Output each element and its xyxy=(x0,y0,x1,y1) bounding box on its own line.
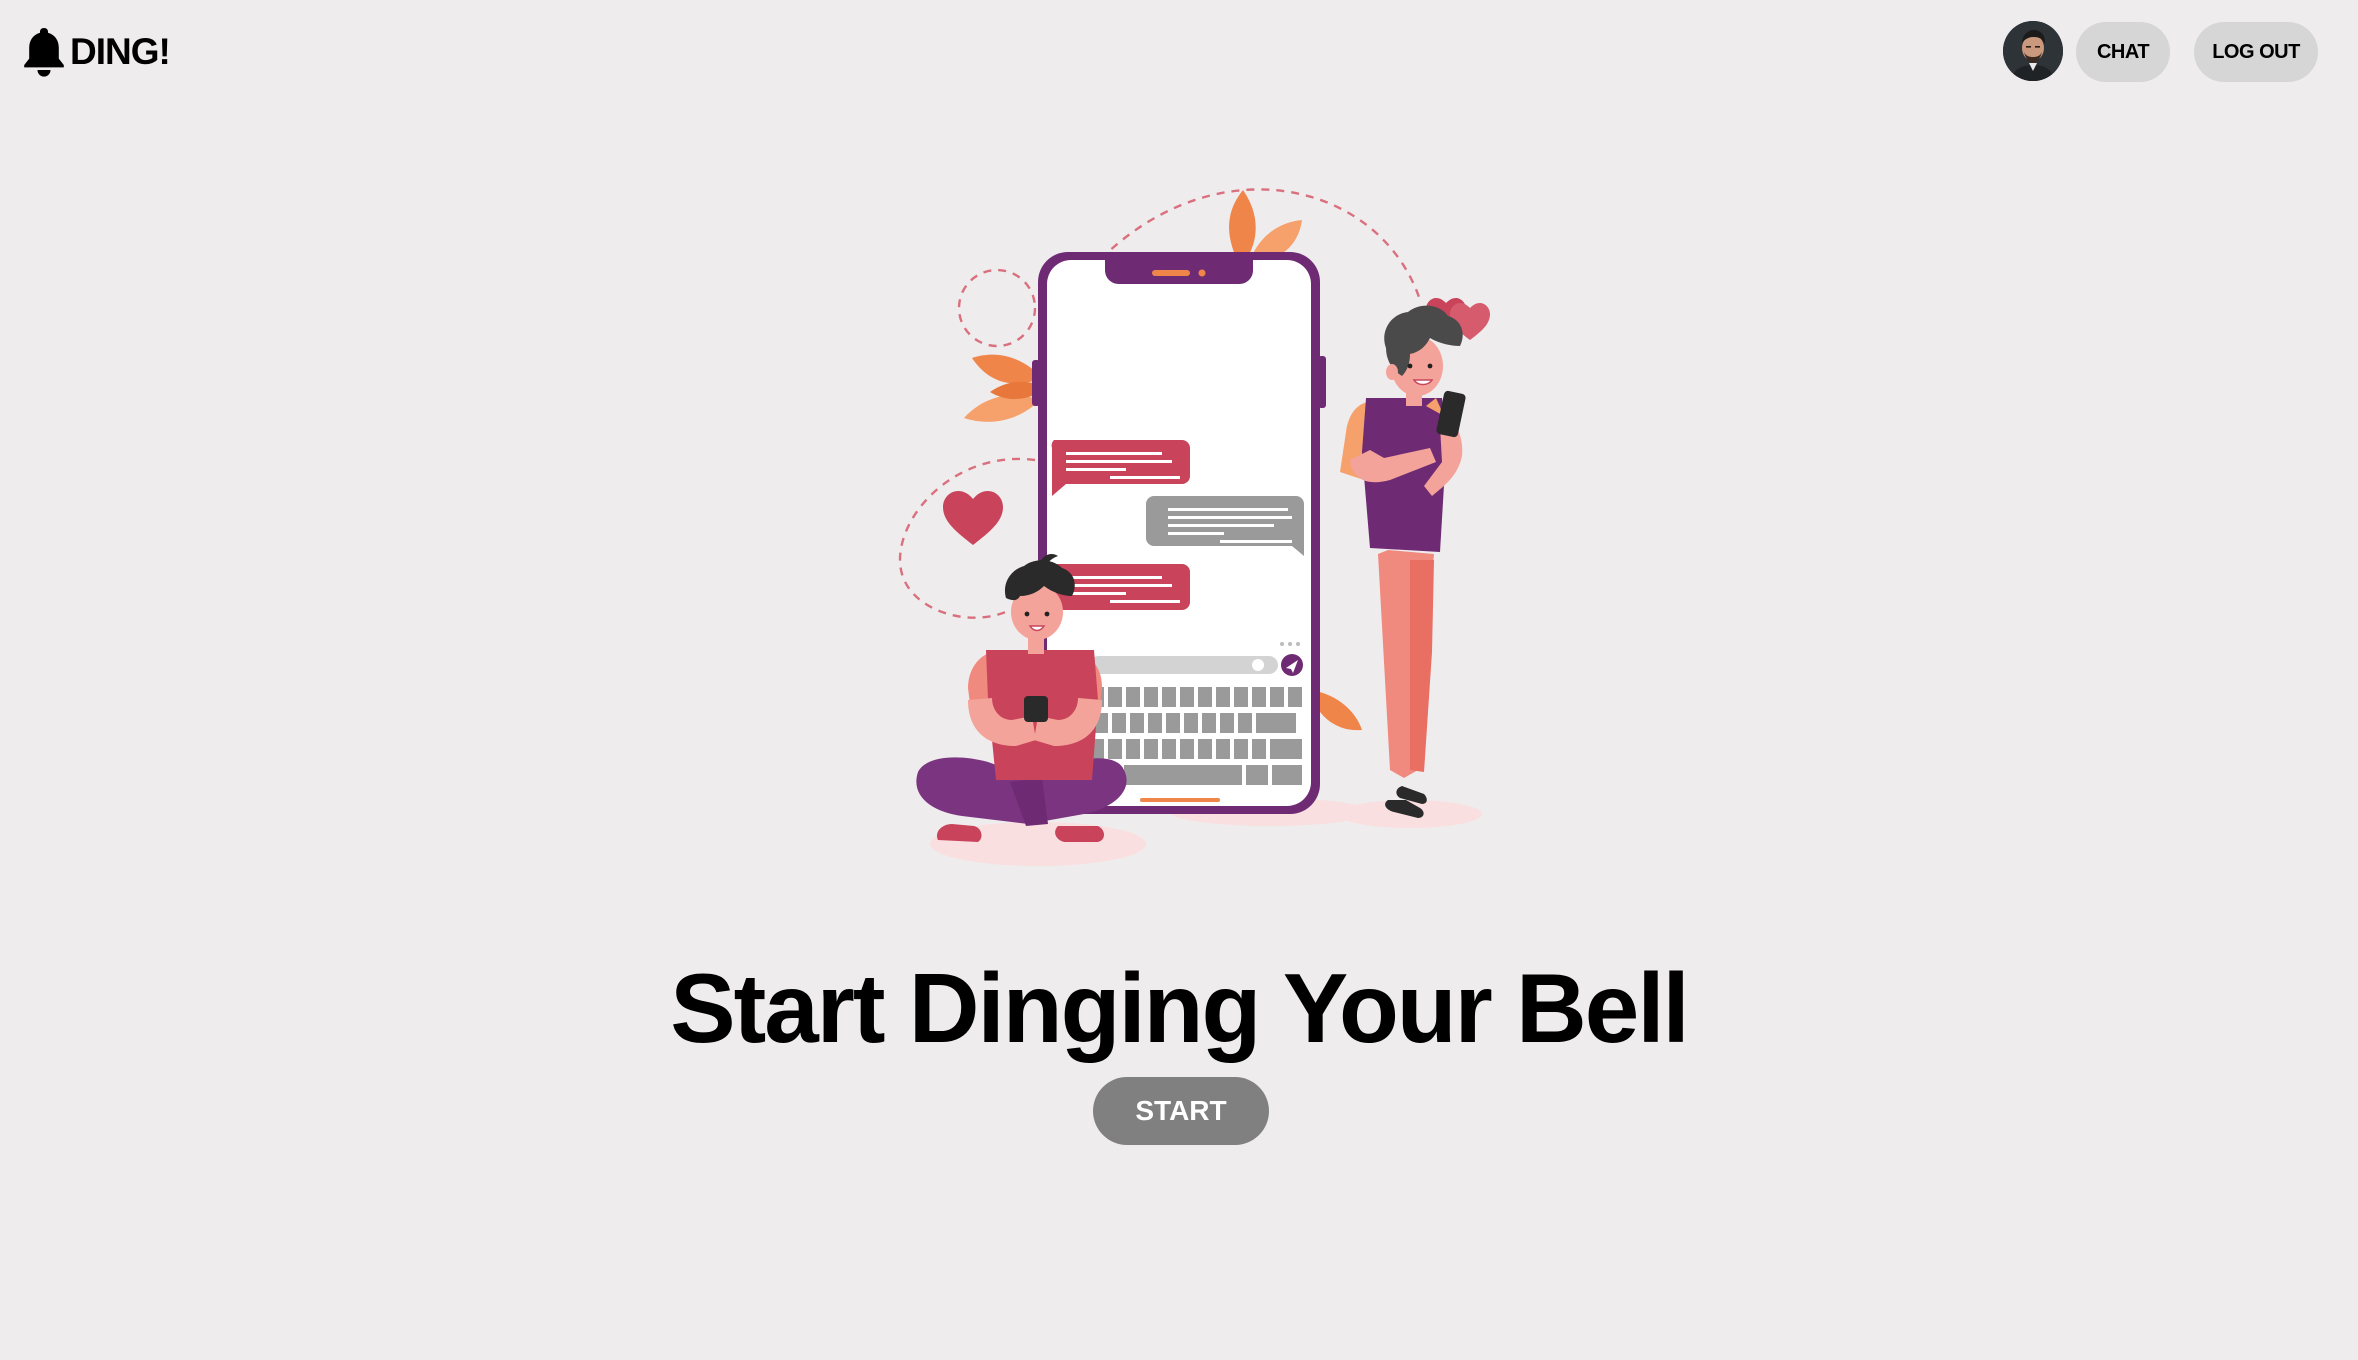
brand-logo[interactable]: DING! xyxy=(22,24,171,80)
chat-button[interactable]: CHAT xyxy=(2076,22,2170,82)
brand-name: DING! xyxy=(70,31,171,72)
hero-illustration xyxy=(880,160,1520,880)
hero-title: Start Dinging Your Bell xyxy=(670,953,1690,1063)
user-avatar[interactable] xyxy=(2003,21,2063,81)
page: DING! CHAT LOG OUT Start Dinging Your Be… xyxy=(0,0,2358,1360)
bell-icon xyxy=(22,26,66,78)
start-button[interactable]: START xyxy=(1093,1077,1269,1145)
logout-button[interactable]: LOG OUT xyxy=(2194,22,2318,82)
